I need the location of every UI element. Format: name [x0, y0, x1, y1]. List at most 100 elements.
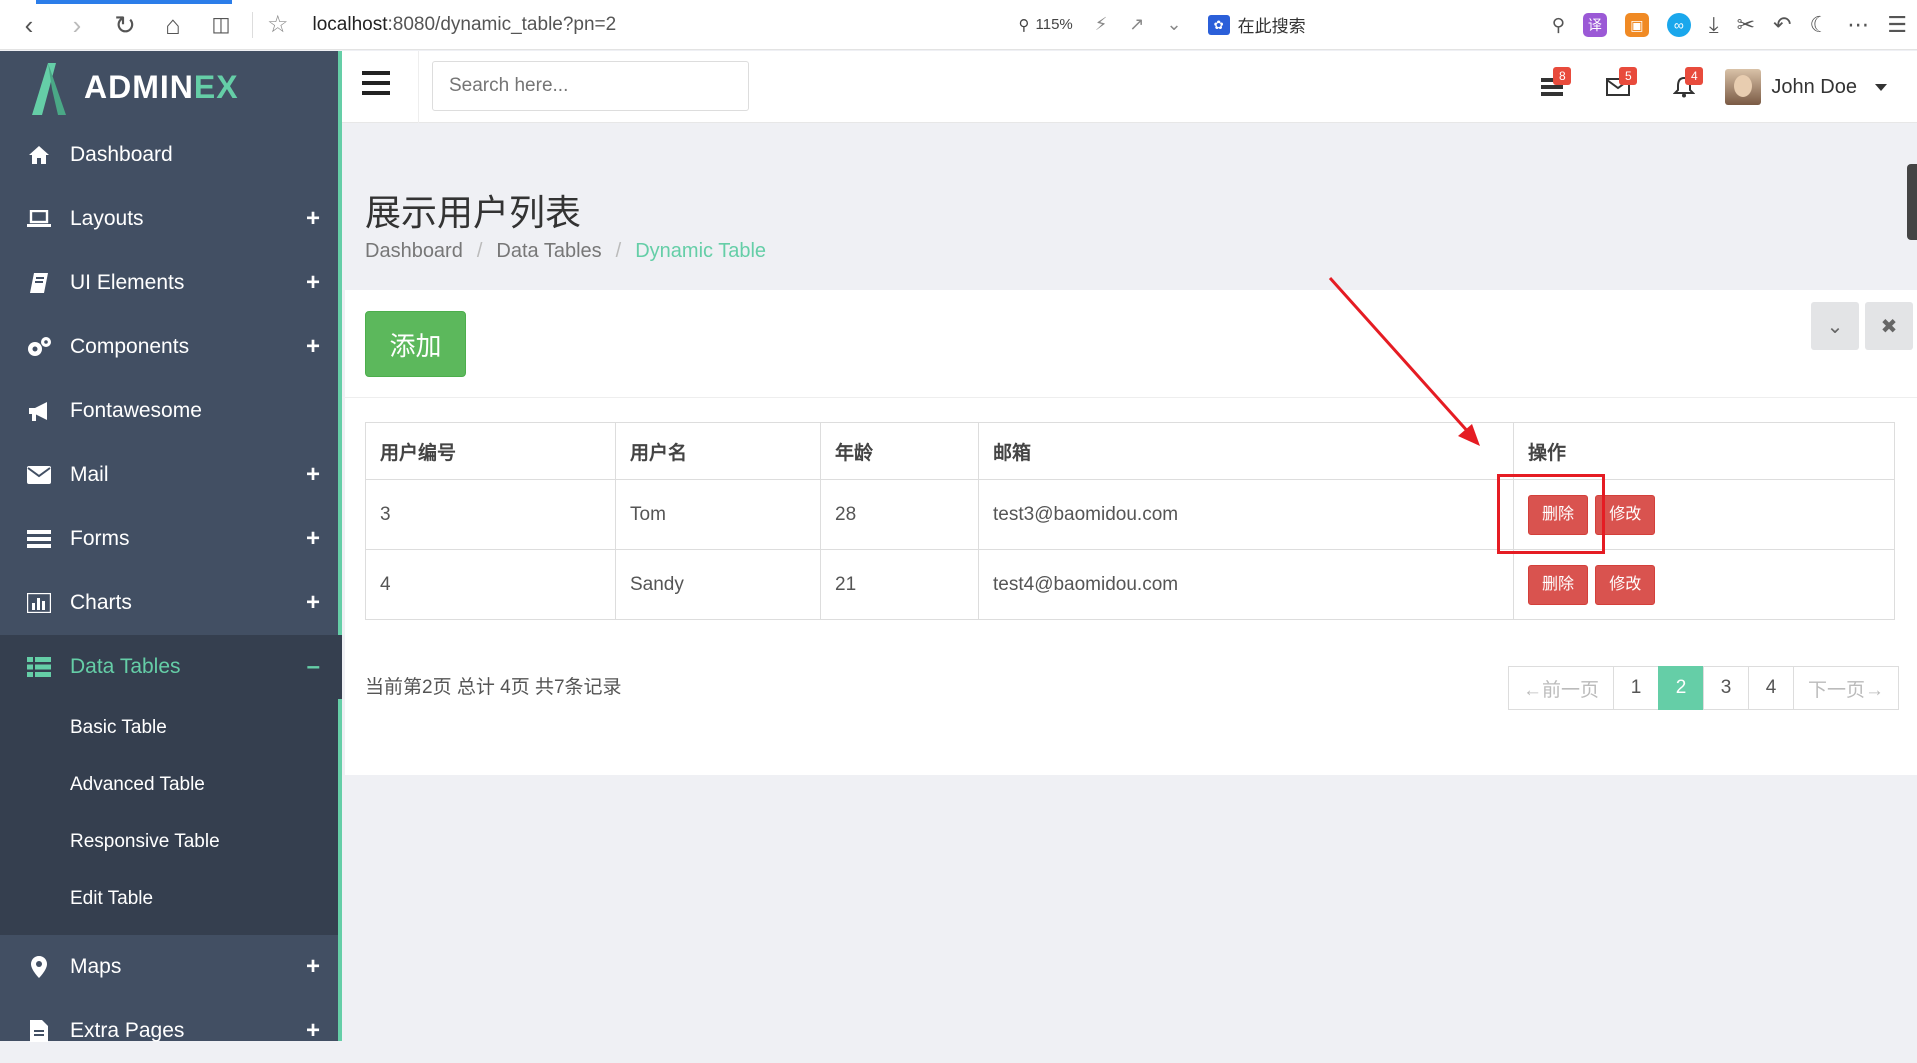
- infinity-ext-icon[interactable]: ∞: [1666, 13, 1691, 37]
- tasks-badge: 8: [1553, 67, 1572, 85]
- sidebar-item-label: Data Tables: [70, 655, 181, 678]
- cell-age: 21: [820, 549, 979, 620]
- url-host: localhost: [312, 13, 388, 35]
- user-menu[interactable]: John Doe: [1717, 69, 1917, 105]
- page-title: 展示用户列表: [365, 192, 582, 233]
- browser-search-box[interactable]: ✿ 在此搜索: [1207, 12, 1306, 37]
- submenu-responsive-table[interactable]: Responsive Table: [0, 813, 342, 870]
- collapse-panel-button[interactable]: ⌄: [1811, 302, 1859, 350]
- adminex-logo-icon: [32, 63, 66, 115]
- expand-plus-icon: +: [305, 205, 320, 232]
- undo-icon[interactable]: ↶: [1773, 12, 1791, 38]
- sidebar-toggle-icon[interactable]: [362, 71, 390, 97]
- collapse-minus-icon: –: [306, 653, 320, 680]
- pagination-next[interactable]: 下一页→: [1792, 666, 1899, 710]
- add-user-button[interactable]: 添加: [365, 311, 466, 377]
- more-icon[interactable]: ⋯: [1847, 12, 1869, 38]
- sidebar-item-data-tables[interactable]: Data Tables –: [0, 635, 342, 699]
- book-icon: [24, 271, 54, 295]
- pagination-page[interactable]: 3: [1702, 666, 1749, 710]
- pagination-page-current[interactable]: 2: [1657, 666, 1704, 710]
- url-path: :8080/dynamic_table?pn=2: [387, 13, 617, 35]
- mail-badge: 5: [1619, 67, 1638, 85]
- address-bar[interactable]: localhost:8080/dynamic_table?pn=2: [313, 14, 1013, 36]
- moon-icon[interactable]: ☾: [1810, 12, 1830, 38]
- col-header-actions: 操作: [1513, 422, 1895, 480]
- browser-toolbar: ‹ › ↻ ⌂ ◫ ☆ localhost:8080/dynamic_table…: [0, 0, 1917, 50]
- sidebar-item-charts[interactable]: Charts +: [0, 571, 342, 635]
- avatar: [1725, 69, 1762, 105]
- search-input[interactable]: [432, 61, 749, 111]
- tasks-dropdown[interactable]: 8: [1519, 51, 1585, 123]
- cell-id: 4: [365, 549, 616, 620]
- scissors-icon[interactable]: ✂: [1737, 12, 1755, 38]
- home-icon[interactable]: ⌂: [160, 12, 186, 38]
- sidebar-item-label: Extra Pages: [70, 1019, 185, 1042]
- lightning-icon[interactable]: ⚡: [1095, 14, 1108, 35]
- sidebar-item-ui-elements[interactable]: UI Elements +: [0, 251, 342, 315]
- breadcrumb-data-tables[interactable]: Data Tables: [496, 240, 601, 263]
- mail-dropdown[interactable]: 5: [1585, 51, 1651, 123]
- back-icon[interactable]: ‹: [16, 12, 42, 38]
- submenu-advanced-table[interactable]: Advanced Table: [0, 756, 342, 813]
- sidebar-item-layouts[interactable]: Layouts +: [0, 187, 342, 251]
- cell-id: 3: [365, 479, 616, 550]
- breadcrumb-current: Dynamic Table: [635, 240, 767, 262]
- cell-username: Sandy: [615, 549, 821, 620]
- cogs-icon: [24, 335, 54, 359]
- sidebar-item-components[interactable]: Components +: [0, 315, 342, 379]
- edit-button[interactable]: 修改: [1595, 564, 1656, 605]
- reader-icon[interactable]: ◫: [208, 12, 234, 38]
- submenu-edit-table[interactable]: Edit Table: [0, 870, 342, 927]
- page-scrollbar[interactable]: [1907, 164, 1917, 240]
- notifications-dropdown[interactable]: 4: [1651, 51, 1717, 123]
- sidebar-item-maps[interactable]: Maps +: [0, 935, 342, 999]
- sidebar-item-label: Charts: [70, 591, 132, 614]
- sidebar-item-label: Components: [70, 335, 190, 358]
- share-icon[interactable]: ↗: [1129, 14, 1144, 35]
- th-list-icon: [24, 655, 54, 679]
- reload-icon[interactable]: ↻: [112, 12, 138, 38]
- breadcrumb-dashboard[interactable]: Dashboard: [365, 240, 463, 263]
- sidebar-item-label: Maps: [70, 955, 122, 978]
- game-ext-icon[interactable]: ▣: [1624, 13, 1649, 37]
- sidebar-item-extra-pages[interactable]: Extra Pages +: [0, 999, 342, 1063]
- breadcrumb: Dashboard / Data Tables / Dynamic Table: [365, 240, 767, 263]
- caret-down-icon: [1875, 83, 1887, 91]
- sidebar-item-mail[interactable]: Mail +: [0, 443, 342, 507]
- pagination-prev[interactable]: ←前一页: [1507, 666, 1614, 710]
- submenu-basic-table[interactable]: Basic Table: [0, 699, 342, 756]
- sidebar-item-dashboard[interactable]: Dashboard: [0, 123, 342, 187]
- download-icon[interactable]: ⤓: [1709, 12, 1719, 38]
- close-panel-button[interactable]: ✖: [1865, 302, 1913, 350]
- forward-icon[interactable]: ›: [64, 12, 90, 38]
- app-logo[interactable]: ADMINEX: [0, 51, 342, 123]
- sidebar-item-label: Mail: [70, 463, 109, 486]
- translate-ext-icon[interactable]: 译: [1582, 13, 1607, 37]
- col-header-age: 年龄: [820, 422, 979, 480]
- chevron-down-icon: ⌄: [1826, 315, 1844, 338]
- sidebar-item-fontawesome[interactable]: Fontawesome: [0, 379, 342, 443]
- zoom-indicator[interactable]: ⚲ 115%: [1019, 16, 1073, 34]
- chevron-down-icon[interactable]: ⌄: [1167, 14, 1182, 35]
- file-icon: [24, 1019, 54, 1043]
- bar-chart-icon: [24, 591, 54, 615]
- cell-email: test3@baomidou.com: [978, 479, 1514, 550]
- delete-button[interactable]: 删除: [1528, 564, 1589, 605]
- pagination-page[interactable]: 1: [1612, 666, 1659, 710]
- expand-plus-icon: +: [305, 269, 320, 296]
- expand-plus-icon: +: [305, 525, 320, 552]
- pagination-page[interactable]: 4: [1747, 666, 1794, 710]
- expand-plus-icon: +: [305, 461, 320, 488]
- expand-plus-icon: +: [305, 333, 320, 360]
- bookmark-star-icon[interactable]: ☆: [267, 10, 289, 39]
- menu-icon[interactable]: ☰: [1887, 12, 1907, 38]
- user-table: 用户编号 用户名 年龄 邮箱 操作 3 Tom 28 test3@baomido…: [365, 422, 1895, 620]
- magnifier-icon[interactable]: ⚲: [1552, 15, 1565, 36]
- envelope-icon: [24, 463, 54, 487]
- sidebar-item-label: Layouts: [70, 207, 144, 230]
- notifications-badge: 4: [1685, 67, 1704, 85]
- zoom-value: 115%: [1035, 16, 1073, 33]
- sidebar-item-forms[interactable]: Forms +: [0, 507, 342, 571]
- panel-header: 添加 ⌄ ✖: [345, 290, 1917, 398]
